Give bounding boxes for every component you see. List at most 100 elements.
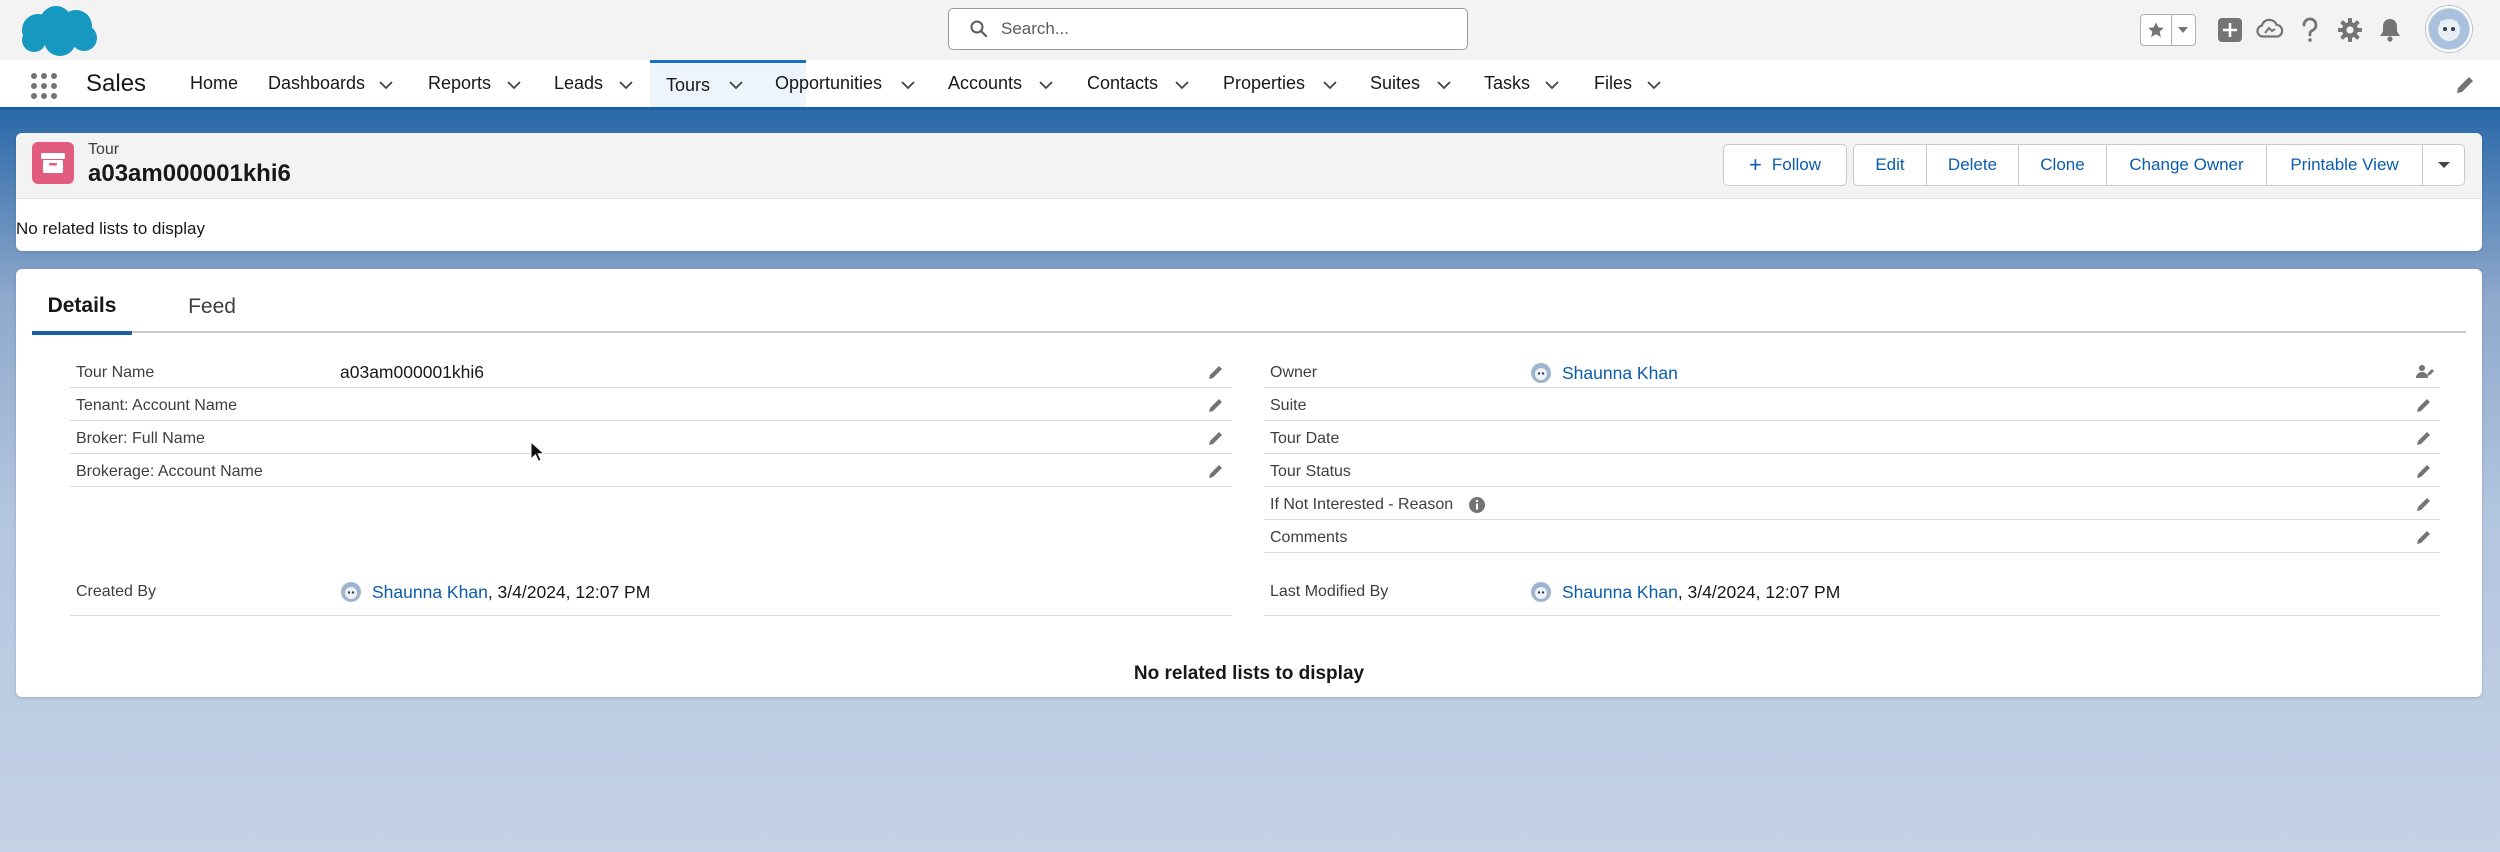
record-entity-label: Tour xyxy=(88,141,120,158)
nav-item-dashboards[interactable]: Dashboards xyxy=(268,60,365,107)
nav-item-files[interactable]: Files xyxy=(1594,60,1632,107)
change-owner-icon[interactable] xyxy=(2414,362,2434,382)
field-row-tour-date: Tour Date xyxy=(1264,421,2440,454)
follow-button-label: Follow xyxy=(1771,155,1821,174)
field-label: Created By xyxy=(76,583,157,600)
nav-item-label: Tours xyxy=(666,74,711,95)
nav-item-reports[interactable]: Reports xyxy=(428,60,491,107)
delete-button[interactable]: Delete xyxy=(1927,144,2019,186)
printable-view-button[interactable]: Printable View xyxy=(2267,144,2423,186)
favorites-star-icon[interactable] xyxy=(2141,15,2172,45)
field-label: Brokerage: Account Name xyxy=(76,463,263,480)
record-tabs: Details Feed xyxy=(32,281,2466,335)
pencil-edit-icon[interactable] xyxy=(1206,362,1226,382)
field-value: a03am000001khi6 xyxy=(340,362,485,382)
trailhead-icon[interactable] xyxy=(2254,14,2286,46)
nav-item-label: Leads xyxy=(554,73,604,93)
nav-item-label: Tasks xyxy=(1484,73,1531,93)
pencil-edit-icon[interactable] xyxy=(2414,461,2434,481)
nav-item-opportunities[interactable]: Opportunities xyxy=(775,60,882,107)
pencil-edit-icon[interactable] xyxy=(2414,428,2434,448)
change-owner-button-label: Change Owner xyxy=(2129,155,2244,174)
nav-item-leads[interactable]: Leads xyxy=(554,60,603,107)
created-by-value: Shaunna Khan , 3/4/2024, 12:07 PM xyxy=(340,581,650,603)
chevron-down-icon[interactable] xyxy=(1038,77,1054,93)
chevron-down-icon[interactable] xyxy=(1174,77,1190,93)
field-label-text: If Not Interested - Reason xyxy=(1270,496,1454,514)
nav-item-contacts[interactable]: Contacts xyxy=(1087,60,1158,107)
chevron-down-icon[interactable] xyxy=(1436,77,1452,93)
chevron-down-icon[interactable] xyxy=(506,77,522,93)
field-row-tour-status: Tour Status xyxy=(1264,454,2440,487)
search-input[interactable] xyxy=(1001,19,1441,39)
field-row-if-not-interested-reason: If Not Interested - Reason xyxy=(1264,487,2440,520)
more-actions-button[interactable] xyxy=(2423,144,2465,186)
field-row-last-modified-by: Last Modified By Shaunna Khan , 3/4/2024… xyxy=(1264,573,2440,616)
user-avatar[interactable] xyxy=(2426,6,2472,52)
nav-item-label: Properties xyxy=(1223,73,1306,93)
setup-gear-icon[interactable] xyxy=(2334,14,2366,46)
field-row-created-by: Created By Shaunna Khan , 3/4/2024, 12:0… xyxy=(70,573,1232,616)
follow-button[interactable]: + Follow xyxy=(1723,144,1847,186)
nav-item-suites[interactable]: Suites xyxy=(1370,60,1420,107)
app-navigation-bar: Sales Home Dashboards Reports Leads Tour… xyxy=(0,60,2500,110)
field-label: Tour Status xyxy=(1270,463,1351,480)
field-label: If Not Interested - Reason xyxy=(1270,496,1486,514)
tab-feed[interactable]: Feed xyxy=(172,281,252,333)
pencil-edit-icon[interactable] xyxy=(1206,395,1226,415)
pencil-edit-icon[interactable] xyxy=(1206,461,1226,481)
nav-item-home[interactable]: Home xyxy=(190,60,238,107)
record-header: Tour a03am000001khi6 + Follow Edit Delet… xyxy=(16,133,2482,251)
tour-entity-icon xyxy=(32,142,74,184)
chevron-down-icon[interactable] xyxy=(1544,77,1560,93)
nav-item-label: Reports xyxy=(428,73,492,93)
chevron-down-icon[interactable] xyxy=(1322,77,1338,93)
pencil-edit-icon[interactable] xyxy=(2414,494,2434,514)
last-modified-date: , 3/4/2024, 12:07 PM xyxy=(1677,581,1841,602)
info-icon[interactable] xyxy=(1468,496,1486,514)
global-header xyxy=(0,0,2500,60)
edit-nav-pencil-icon[interactable] xyxy=(2454,74,2476,96)
nav-item-properties[interactable]: Properties xyxy=(1223,60,1305,107)
chevron-down-icon xyxy=(2437,162,2450,168)
chevron-down-icon[interactable] xyxy=(900,77,916,93)
mouse-cursor-icon xyxy=(530,441,544,462)
notifications-bell-icon[interactable] xyxy=(2374,14,2406,46)
global-add-icon[interactable] xyxy=(2214,14,2246,46)
pencil-edit-icon[interactable] xyxy=(2414,527,2434,547)
nav-item-label: Home xyxy=(190,73,239,93)
chevron-down-icon[interactable] xyxy=(378,77,394,93)
nav-item-label: Files xyxy=(1594,73,1633,93)
app-launcher-icon[interactable] xyxy=(30,72,58,100)
tab-details[interactable]: Details xyxy=(32,281,132,335)
app-name: Sales xyxy=(86,70,147,97)
chevron-down-icon[interactable] xyxy=(1646,77,1662,93)
help-icon[interactable] xyxy=(2294,14,2326,46)
edit-button-label: Edit xyxy=(1875,155,1905,174)
chevron-down-icon[interactable] xyxy=(728,77,744,93)
salesforce-logo[interactable] xyxy=(16,4,100,58)
last-modified-by-value: Shaunna Khan , 3/4/2024, 12:07 PM xyxy=(1530,581,1840,603)
clone-button[interactable]: Clone xyxy=(2019,144,2107,186)
chevron-down-icon[interactable] xyxy=(618,77,634,93)
last-modified-by-user-link[interactable]: Shaunna Khan xyxy=(1562,582,1678,603)
nav-item-label: Opportunities xyxy=(775,73,883,93)
owner-user-link[interactable]: Shaunna Khan xyxy=(1562,363,1678,384)
favorites-caret-icon[interactable] xyxy=(2172,15,2195,45)
change-owner-button[interactable]: Change Owner xyxy=(2107,144,2267,186)
edit-button[interactable]: Edit xyxy=(1853,144,1927,186)
no-related-lists-message: No related lists to display xyxy=(16,219,205,238)
details-card: Details Feed Tour Name a03am000001khi6 T… xyxy=(16,269,2482,697)
pencil-edit-icon[interactable] xyxy=(1206,428,1226,448)
nav-item-accounts[interactable]: Accounts xyxy=(948,60,1022,107)
nav-item-tasks[interactable]: Tasks xyxy=(1484,60,1530,107)
field-label: Tenant: Account Name xyxy=(76,397,237,414)
created-by-user-link[interactable]: Shaunna Khan xyxy=(372,582,488,603)
pencil-edit-icon[interactable] xyxy=(2414,395,2434,415)
printable-view-button-label: Printable View xyxy=(2290,155,2399,174)
field-label: Suite xyxy=(1270,397,1307,414)
field-row-suite: Suite xyxy=(1264,388,2440,421)
global-search[interactable] xyxy=(948,8,1468,50)
nav-item-label: Accounts xyxy=(948,73,1023,93)
delete-button-label: Delete xyxy=(1947,155,1998,174)
